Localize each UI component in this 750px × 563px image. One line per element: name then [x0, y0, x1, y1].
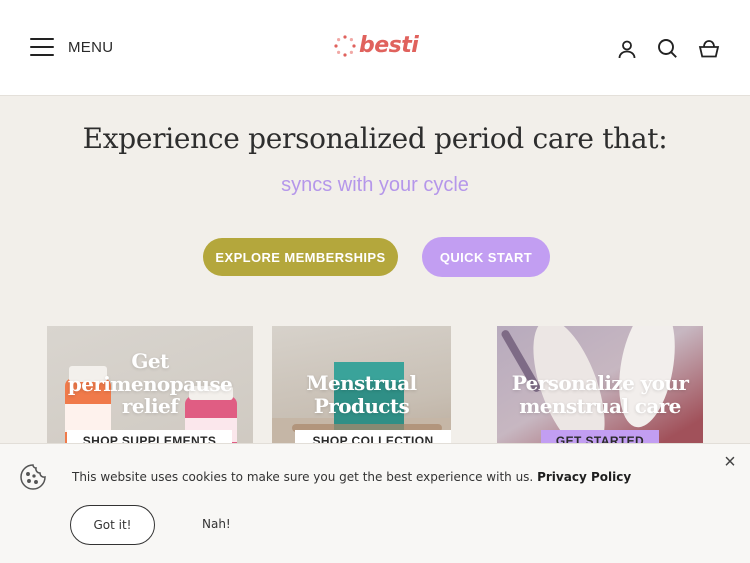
menu-label: MENU [68, 38, 114, 56]
card-title-line3: relief [121, 394, 179, 418]
card-title-line1: Get [131, 349, 169, 373]
card-title-line1: Personalize your [511, 371, 689, 395]
card-title-line1: Menstrual [306, 371, 417, 395]
hero-subtitle: syncs with your cycle [281, 174, 469, 196]
site-header: MENU besti [0, 0, 750, 96]
cookie-consent-bar: This website uses cookies to make sure y… [0, 443, 750, 563]
account-icon[interactable] [615, 37, 638, 60]
quick-start-button[interactable]: QUICK START [422, 237, 550, 277]
cookie-message-text: This website uses cookies to make sure y… [72, 470, 534, 484]
hero-title: Experience personalized period care that… [82, 122, 668, 155]
logo-dots-icon [334, 34, 356, 57]
search-icon[interactable] [656, 37, 679, 60]
card-title-line2: Products [313, 394, 410, 418]
logo-text: besti [359, 33, 419, 58]
card-perimenopause[interactable]: Get perimenopause relief SHOP SUPPLEMENT… [47, 326, 253, 456]
privacy-policy-link[interactable]: Privacy Policy [537, 470, 631, 484]
accept-cookies-button[interactable]: Got it! [70, 505, 155, 545]
decline-cookies-button[interactable]: Nah! [202, 517, 231, 531]
cookie-icon [19, 463, 47, 496]
explore-memberships-button[interactable]: EXPLORE MEMBERSHIPS [203, 238, 398, 276]
card-title-line2: menstrual care [519, 394, 681, 418]
cookie-message: This website uses cookies to make sure y… [72, 470, 631, 484]
brand-logo[interactable]: besti [333, 33, 419, 58]
menu-button[interactable]: MENU [30, 38, 113, 56]
close-icon[interactable]: × [721, 452, 739, 472]
card-personalize[interactable]: Personalize your menstrual care GET STAR… [497, 326, 703, 456]
cart-icon[interactable] [697, 37, 720, 60]
card-title-line2: perimenopause [67, 372, 233, 396]
card-menstrual-products[interactable]: Menstrual Products SHOP COLLECTION [272, 326, 451, 456]
hamburger-icon [30, 38, 54, 56]
